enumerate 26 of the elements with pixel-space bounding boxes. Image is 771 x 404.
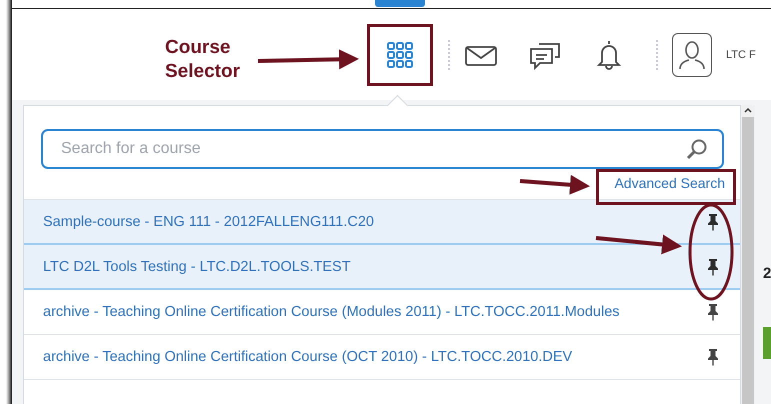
pin-icon[interactable] (706, 258, 720, 276)
course-row[interactable]: Sample-course - ENG 111 - 2012FALLENG111.C20 (24, 200, 740, 245)
active-tab-marker (375, 0, 425, 7)
course-row[interactable]: archive - Teaching Online Certification Course (Modules 2011) - LTC.TOCC.2011.Modules (24, 290, 740, 335)
course-search-field[interactable]: Search for a course (41, 129, 724, 169)
pin-icon[interactable] (706, 348, 720, 366)
course-row[interactable]: LTC D2L Tools Testing - LTC.D2L.TOOLS.TEST (24, 245, 740, 290)
scrollbar[interactable] (741, 105, 755, 404)
search-icon[interactable] (686, 138, 708, 160)
course-link[interactable]: LTC D2L Tools Testing - LTC.D2L.TOOLS.TEST (43, 258, 706, 274)
highlight-frame (367, 24, 433, 86)
course-link[interactable]: Sample-course - ENG 111 - 2012FALLENG111.C20 (43, 214, 706, 230)
course-link[interactable]: archive - Teaching Online Certification Course (Modules 2011) - LTC.TOCC.2011.Modules (43, 304, 706, 320)
advanced-search-link[interactable]: Advanced Search (614, 175, 725, 199)
avatar[interactable] (672, 32, 712, 76)
grid-icon (386, 40, 414, 68)
person-silhouette-icon (679, 40, 705, 70)
course-row[interactable]: archive - Teaching Online Certification Course (OCT 2010) - LTC.TOCC.2010.DEV (24, 335, 740, 380)
callout-label: Course Selector (165, 36, 241, 84)
user-name[interactable]: LTC F (726, 48, 756, 60)
annotation-arrow (520, 174, 590, 195)
partial-text: 2 (763, 265, 771, 282)
course-link[interactable]: archive - Teaching Online Certification Course (OCT 2010) - LTC.TOCC.2010.DEV (43, 349, 706, 365)
scroll-up-icon[interactable] (743, 105, 753, 115)
pin-icon[interactable] (706, 212, 720, 230)
pin-icon[interactable] (706, 303, 720, 321)
